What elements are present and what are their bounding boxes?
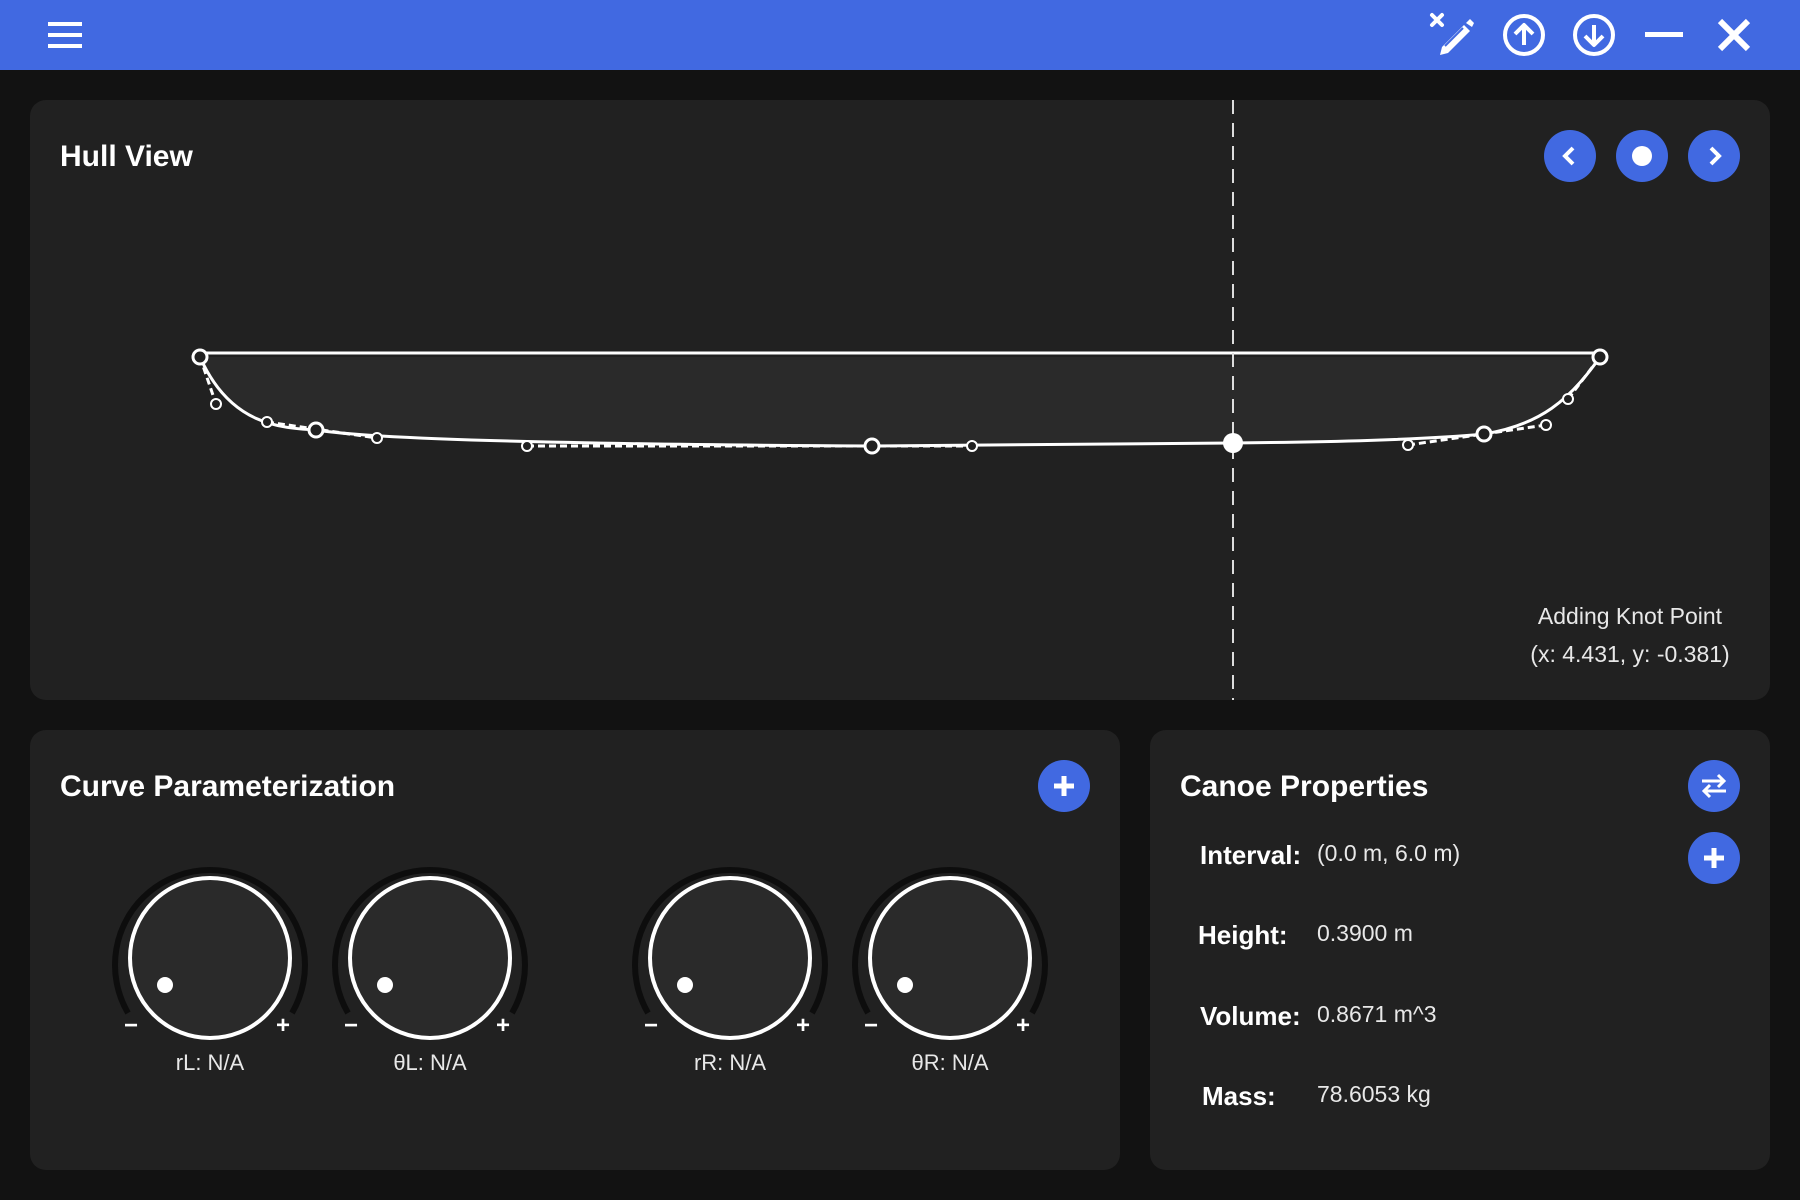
knob-minus[interactable]: − [644, 1012, 658, 1040]
adding-knot-point [1223, 433, 1243, 453]
interval-value: (0.0 m, 6.0 m) [1317, 840, 1461, 866]
knob-rr: − + rR: N/A [630, 855, 830, 1085]
height-value: 0.3900 m [1317, 920, 1413, 946]
knob-rl: − + rL: N/A [110, 855, 310, 1085]
knob-plus[interactable]: + [796, 1012, 810, 1040]
swap-icon [1701, 773, 1727, 799]
canoe-properties-title: Canoe Properties [1180, 770, 1429, 803]
add-curve-button[interactable] [1038, 760, 1090, 812]
knot-point[interactable] [1591, 348, 1609, 366]
curve-parameterization-title: Curve Parameterization [60, 770, 396, 803]
interval-label: Interval: [1200, 840, 1302, 870]
knob-plus[interactable]: + [1016, 1012, 1030, 1040]
volume-label: Volume: [1200, 1001, 1301, 1031]
knot-point[interactable] [863, 437, 881, 455]
knob-plus[interactable]: + [276, 1012, 290, 1040]
knot-point[interactable] [1475, 425, 1493, 443]
knob-theta-r: − + θR: N/A [850, 855, 1050, 1085]
knob-theta-l: − + θL: N/A [330, 855, 530, 1085]
status-line-1: Adding Knot Point [1537, 603, 1723, 629]
height-label: Height: [1198, 920, 1288, 950]
hull-fill [200, 357, 1600, 446]
knot-point[interactable] [191, 348, 209, 366]
knob-label: rL: N/A [175, 1050, 245, 1075]
knob-label: θR: N/A [911, 1050, 989, 1075]
knob-label: rR: N/A [693, 1050, 767, 1075]
plus-icon [1054, 776, 1074, 796]
knob-minus[interactable]: − [344, 1012, 358, 1040]
mass-value: 78.6053 kg [1317, 1081, 1431, 1107]
knob-minus[interactable]: − [124, 1012, 138, 1040]
mass-label: Mass: [1202, 1081, 1276, 1111]
swap-button[interactable] [1688, 760, 1740, 812]
volume-value: 0.8671 m^3 [1317, 1001, 1437, 1027]
knot-point[interactable] [307, 421, 325, 439]
knob-label: θL: N/A [393, 1050, 467, 1075]
add-property-button[interactable] [1688, 832, 1740, 884]
hull-canvas[interactable] [0, 0, 1800, 700]
knob-plus[interactable]: + [496, 1012, 510, 1040]
knob-minus[interactable]: − [864, 1012, 878, 1040]
status-line-2: (x: 4.431, y: -0.381) [1530, 641, 1730, 667]
plus-icon [1704, 848, 1724, 868]
